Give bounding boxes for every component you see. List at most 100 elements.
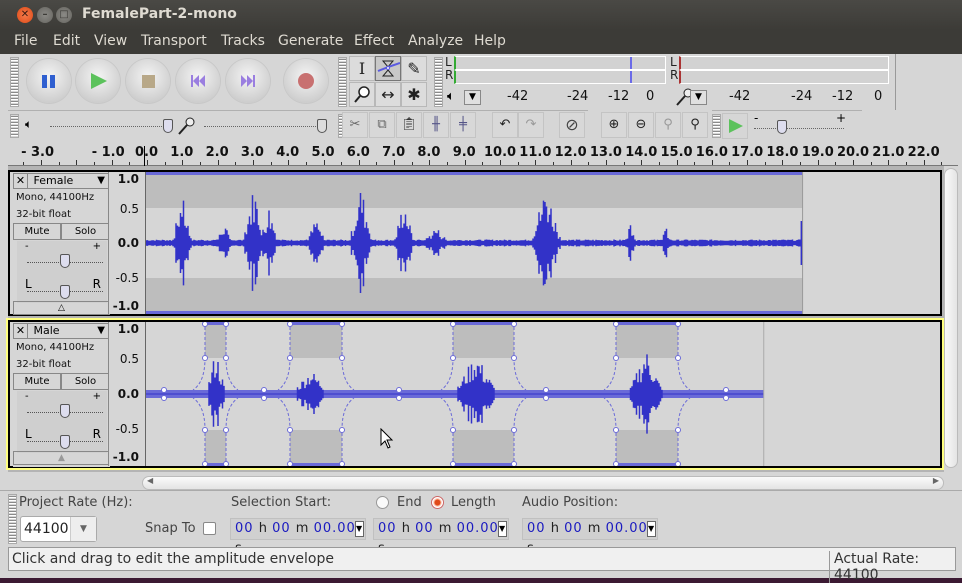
- record-meter-left[interactable]: [679, 56, 889, 70]
- menu-file[interactable]: File: [14, 33, 37, 49]
- fit-selection-button[interactable]: ⚲: [655, 112, 681, 138]
- end-radio[interactable]: [376, 496, 389, 509]
- paste-button[interactable]: 📋︎: [396, 112, 422, 138]
- selection-length-field[interactable]: 00 h 00 m 00.00 s ▼: [373, 518, 509, 556]
- multi-tool-button[interactable]: ✱: [401, 82, 427, 107]
- pause-button[interactable]: [27, 59, 71, 103]
- skip-to-end-button[interactable]: [226, 59, 270, 103]
- collapse-track-button[interactable]: ▲: [13, 451, 110, 465]
- scroll-right-arrow[interactable]: ▶: [933, 476, 939, 485]
- toolbar-grip[interactable]: [338, 57, 347, 107]
- menu-transport[interactable]: Transport: [141, 33, 207, 49]
- play-at-speed-button[interactable]: [722, 113, 748, 139]
- trim-button[interactable]: ╫: [423, 112, 449, 138]
- record-volume-slider[interactable]: [204, 125, 324, 127]
- selection-tool-button[interactable]: I: [349, 56, 375, 81]
- scroll-left-arrow[interactable]: ◀: [147, 476, 153, 485]
- playback-meter-menu-button[interactable]: ▼: [464, 90, 481, 105]
- pan-thumb[interactable]: [60, 435, 70, 449]
- draw-tool-button[interactable]: ✎: [401, 56, 427, 81]
- time-format-dropdown[interactable]: ▼: [647, 521, 656, 537]
- gain-slider[interactable]: - +: [17, 391, 107, 427]
- envelope-bottom-edge: [290, 463, 342, 466]
- waveform-area[interactable]: [146, 322, 940, 466]
- toolbar-grip[interactable]: [8, 494, 17, 544]
- record-button[interactable]: [284, 59, 328, 103]
- mute-button[interactable]: Mute: [13, 223, 61, 240]
- toolbar-grip[interactable]: [10, 114, 19, 138]
- playback-meter-right[interactable]: [454, 70, 666, 84]
- time-format-dropdown[interactable]: ▼: [355, 521, 364, 537]
- toolbar-grip[interactable]: [10, 57, 19, 107]
- menu-help[interactable]: Help: [474, 33, 506, 49]
- zoom-out-button[interactable]: ⊖: [628, 112, 654, 138]
- pan-slider[interactable]: L R: [17, 427, 107, 453]
- ruler-tick: [323, 160, 325, 165]
- track-name-dropdown[interactable]: ✕ Female ▼: [13, 173, 110, 189]
- timeline-ruler[interactable]: - 3.0 - 1.0 0.0 1.0 2.0 3.0 4.0 5.0 6.0 7.0 8.0 9.0…: [8, 142, 958, 166]
- time-format-dropdown[interactable]: ▼: [498, 521, 507, 537]
- vertical-scrollbar[interactable]: [944, 168, 958, 468]
- close-window-button[interactable]: ✕: [17, 7, 33, 23]
- record-meter-menu-button[interactable]: ▼: [690, 90, 707, 105]
- sync-lock-button[interactable]: ⊘: [559, 112, 585, 138]
- gain-thumb[interactable]: [60, 254, 70, 268]
- pan-thumb[interactable]: [60, 285, 70, 299]
- vruler-label: 0.0: [117, 236, 139, 250]
- minimize-window-button[interactable]: –: [37, 7, 53, 23]
- record-meter-right-label: R: [670, 68, 679, 82]
- envelope-control-point: [450, 427, 456, 433]
- cut-button[interactable]: ✂: [342, 112, 368, 138]
- menu-view[interactable]: View: [94, 33, 127, 49]
- zoom-tool-button[interactable]: [349, 82, 375, 107]
- track-name-dropdown[interactable]: ✕ Male ▼: [13, 323, 110, 339]
- silence-button[interactable]: ╪: [450, 112, 476, 138]
- maximize-window-button[interactable]: □: [56, 7, 72, 23]
- timeshift-tool-button[interactable]: ↔: [375, 82, 401, 107]
- envelope-tool-button[interactable]: [375, 56, 401, 81]
- zoom-in-button[interactable]: ⊕: [601, 112, 627, 138]
- pan-slider[interactable]: L R: [17, 277, 107, 303]
- ruler-tick: [182, 160, 184, 165]
- gain-thumb[interactable]: [60, 404, 70, 418]
- audio-position-field[interactable]: 00 h 00 m 00.00 s ▼: [522, 518, 658, 556]
- undo-button[interactable]: ↶: [492, 112, 518, 138]
- mute-button[interactable]: Mute: [13, 373, 61, 390]
- toolbar-grip[interactable]: [434, 57, 443, 107]
- waveform-area[interactable]: [146, 172, 940, 314]
- project-rate-combo[interactable]: 44100 ▼: [20, 516, 97, 542]
- collapse-track-button[interactable]: △: [13, 301, 110, 315]
- track-close-button[interactable]: ✕: [14, 174, 28, 188]
- solo-button[interactable]: Solo: [61, 223, 110, 240]
- menu-effect[interactable]: Effect: [354, 33, 394, 49]
- solo-button[interactable]: Solo: [61, 373, 110, 390]
- horizontal-scrollbar[interactable]: ◀ ▶: [142, 476, 944, 490]
- menu-edit[interactable]: Edit: [53, 33, 80, 49]
- play-button[interactable]: [76, 59, 120, 103]
- menu-analyze[interactable]: Analyze: [408, 33, 463, 49]
- gain-slider[interactable]: - +: [17, 241, 107, 277]
- record-volume-thumb[interactable]: [317, 119, 327, 133]
- snap-to-checkbox[interactable]: [203, 522, 216, 535]
- envelope-control-point: [723, 387, 729, 393]
- playback-volume-slider[interactable]: [50, 125, 170, 127]
- playback-meter-left[interactable]: [454, 56, 666, 70]
- playhead-marker: [144, 146, 145, 166]
- playback-volume-thumb[interactable]: [163, 119, 173, 133]
- toolbar-grip[interactable]: [712, 114, 721, 138]
- menu-tracks[interactable]: Tracks: [221, 33, 265, 49]
- play-speed-slider[interactable]: [754, 127, 844, 129]
- redo-button[interactable]: ↷: [518, 112, 544, 138]
- menu-generate[interactable]: Generate: [278, 33, 343, 49]
- play-speed-thumb[interactable]: [777, 120, 787, 134]
- envelope-control-point: [287, 322, 293, 327]
- record-meter-right[interactable]: [679, 70, 889, 84]
- selection-start-field[interactable]: 00 h 00 m 00.00 s ▼: [230, 518, 366, 556]
- track-close-button[interactable]: ✕: [14, 324, 28, 338]
- copy-button[interactable]: ⧉: [369, 112, 395, 138]
- length-radio[interactable]: [431, 496, 444, 509]
- stop-button[interactable]: [126, 59, 170, 103]
- fit-project-button[interactable]: ⚲: [682, 112, 708, 138]
- skip-to-start-button[interactable]: [176, 59, 220, 103]
- ruler-tick: [782, 160, 784, 165]
